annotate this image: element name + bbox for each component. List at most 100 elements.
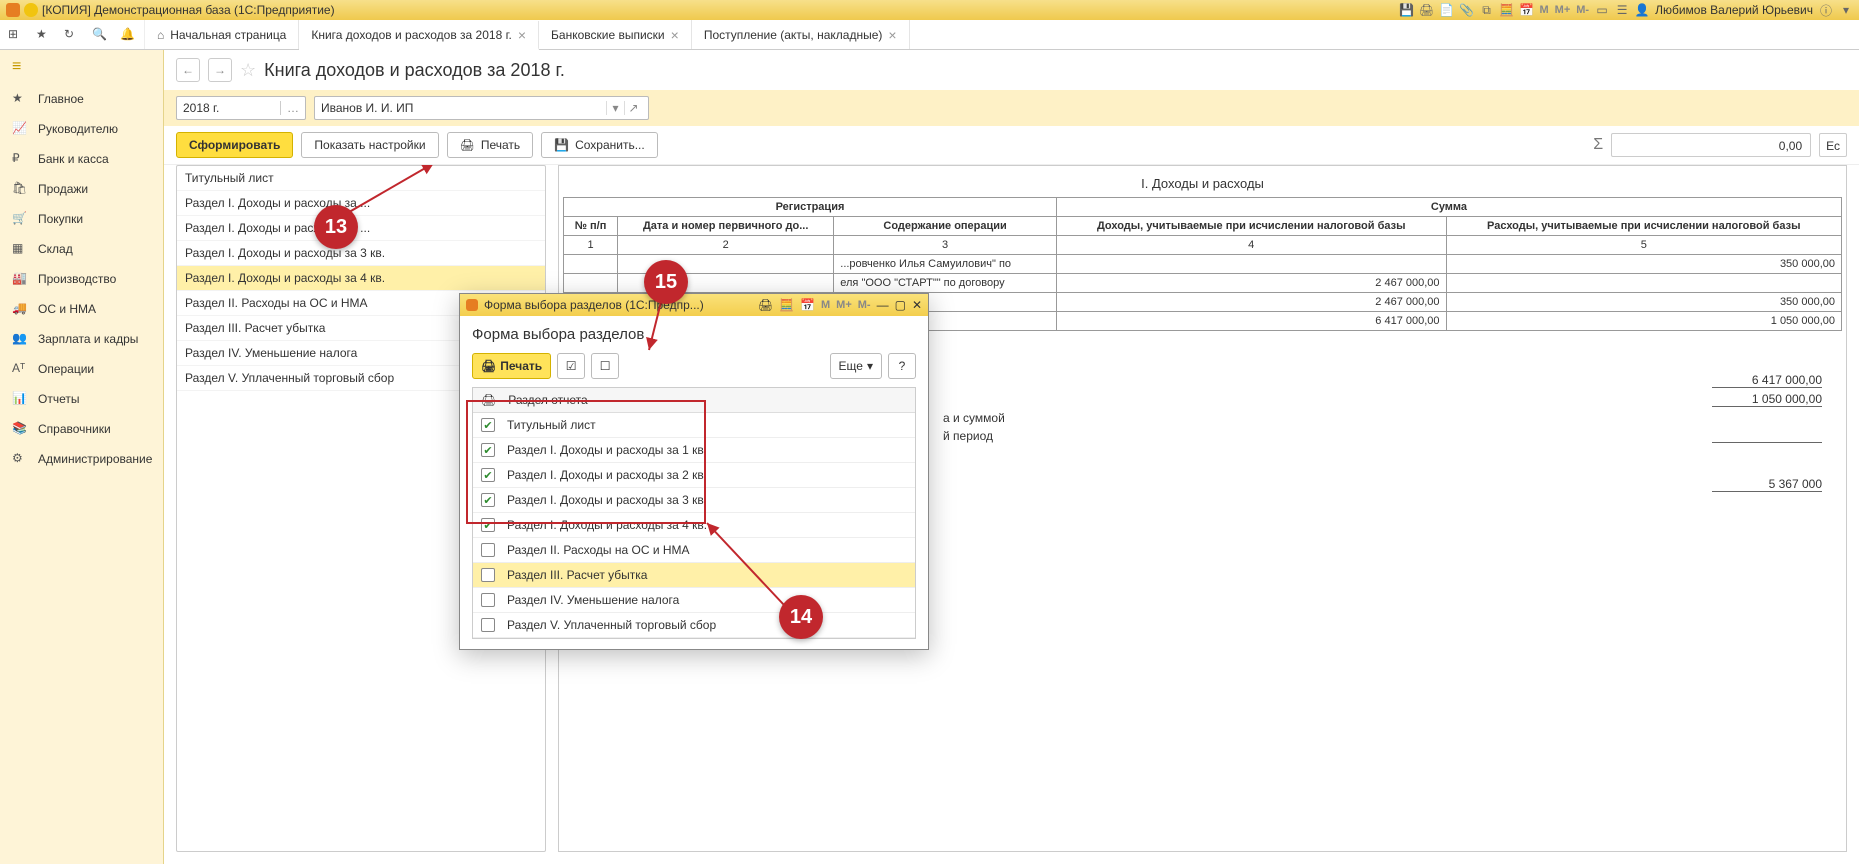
save-icon[interactable]: 💾 — [1400, 3, 1414, 17]
list-icon[interactable]: ☰ — [1615, 3, 1629, 17]
dialog-max-icon[interactable]: ▢ — [895, 298, 906, 312]
people-icon: 👥 — [12, 331, 28, 347]
dropdown-icon[interactable]: ▾ — [1839, 3, 1853, 17]
calendar-icon[interactable]: 📅 — [1520, 3, 1534, 17]
show-settings-button[interactable]: Показать настройки — [301, 132, 438, 158]
back-button[interactable]: ← — [176, 58, 200, 82]
tab-label: Банковские выписки — [551, 28, 665, 42]
dialog-section-row[interactable]: Раздел I. Доходы и расходы за 3 кв. — [473, 488, 915, 513]
organization-field[interactable]: ▾ ↗ — [314, 96, 649, 120]
period-field[interactable]: 2018 г. … — [176, 96, 306, 120]
checkbox[interactable] — [481, 593, 495, 607]
dialog-min-icon[interactable]: — — [877, 298, 889, 312]
dialog-m-minus[interactable]: M- — [858, 299, 871, 311]
sidebar-item[interactable]: 📊Отчеты — [0, 384, 163, 414]
org-open-icon[interactable]: ↗ — [624, 101, 642, 115]
checkbox[interactable] — [481, 543, 495, 557]
org-dropdown-icon[interactable]: ▾ — [606, 101, 624, 115]
gear-icon: ⚙ — [12, 451, 28, 467]
checkbox[interactable] — [481, 618, 495, 632]
m-button[interactable]: M — [1540, 4, 1549, 16]
th-npp: № п/п — [564, 217, 618, 236]
dialog-section-row[interactable]: Раздел IV. Уменьшение налога — [473, 588, 915, 613]
window-icon[interactable]: ▭ — [1595, 3, 1609, 17]
dialog-uncheck-all-button[interactable]: ☐ — [591, 353, 619, 379]
dialog-close-icon[interactable]: ✕ — [912, 298, 922, 312]
sidebar-item[interactable]: 🛍Продажи — [0, 174, 163, 204]
save-button[interactable]: 💾Сохранить... — [541, 132, 658, 158]
dialog-print-icon[interactable]: 🖨 — [758, 298, 773, 312]
tab-close-icon[interactable]: × — [888, 27, 896, 43]
history-icon[interactable]: ↻ — [64, 27, 80, 43]
dialog-section-row[interactable]: Раздел V. Уплаченный торговый сбор — [473, 613, 915, 638]
app-dropdown-icon[interactable] — [24, 3, 38, 17]
sidebar-item[interactable]: ★Главное — [0, 84, 163, 114]
sidebar-item[interactable]: ⚙Администрирование — [0, 444, 163, 474]
dialog-section-row[interactable]: Раздел II. Расходы на ОС и НМА — [473, 538, 915, 563]
tab[interactable]: ⌂Начальная страница — [145, 20, 299, 49]
checkbox[interactable] — [481, 518, 495, 532]
sidebar-item[interactable]: 📚Справочники — [0, 414, 163, 444]
dialog-check-all-button[interactable]: ☑ — [557, 353, 585, 379]
tab-close-icon[interactable]: × — [518, 27, 526, 43]
dialog-m-plus[interactable]: M+ — [836, 299, 852, 311]
navlist-row[interactable]: Раздел I. Доходы и расходы за ... — [177, 191, 545, 216]
m-plus-button[interactable]: M+ — [1555, 4, 1571, 16]
organization-input[interactable] — [321, 101, 606, 115]
tab[interactable]: Поступление (акты, накладные)× — [692, 20, 910, 49]
eu-button[interactable]: Ес — [1819, 133, 1847, 157]
apps-icon[interactable]: ⊞ — [8, 27, 24, 43]
favorite-icon[interactable]: ★ — [36, 27, 52, 43]
sidebar-collapse-icon[interactable]: ≡ — [0, 50, 163, 84]
th-date: Дата и номер первичного до... — [618, 217, 834, 236]
navlist-row[interactable]: Раздел I. Доходы и расходы за ... — [177, 216, 545, 241]
print-button[interactable]: 🖨Печать — [447, 132, 534, 158]
checkbox[interactable] — [481, 493, 495, 507]
bell-icon[interactable]: 🔔 — [120, 27, 136, 43]
sidebar-item[interactable]: 🛒Покупки — [0, 204, 163, 234]
dialog-cal-icon[interactable]: 📅 — [800, 298, 815, 312]
forward-button[interactable]: → — [208, 58, 232, 82]
dialog-section-row[interactable]: Раздел I. Доходы и расходы за 4 кв. — [473, 513, 915, 538]
tab-close-icon[interactable]: × — [671, 27, 679, 43]
print-icon[interactable]: 🖨 — [1420, 3, 1434, 17]
sidebar-item[interactable]: 🏭Производство — [0, 264, 163, 294]
m-minus-button[interactable]: M- — [1576, 4, 1589, 16]
sidebar-item[interactable]: ₽Банк и касса — [0, 144, 163, 174]
period-picker-icon[interactable]: … — [280, 101, 299, 115]
dialog-section-row[interactable]: Раздел I. Доходы и расходы за 1 кв. — [473, 438, 915, 463]
doc-icon[interactable]: 📄 — [1440, 3, 1454, 17]
dialog-section-row[interactable]: Раздел III. Расчет убытка — [473, 563, 915, 588]
sidebar-item[interactable]: 🚚ОС и НМА — [0, 294, 163, 324]
navlist-row[interactable]: Раздел I. Доходы и расходы за 3 кв. — [177, 241, 545, 266]
compare-icon[interactable]: ⧉ — [1480, 3, 1494, 17]
tab[interactable]: Банковские выписки × — [539, 20, 692, 49]
report-row: ...ровченко Илья Самуилович" по350 000,0… — [564, 255, 1842, 274]
dialog-print-button[interactable]: 🖨Печать — [472, 353, 551, 379]
search-icon[interactable]: 🔍 — [92, 27, 108, 43]
favorite-toggle-icon[interactable]: ☆ — [240, 60, 256, 81]
checkbox[interactable] — [481, 418, 495, 432]
calc-icon[interactable]: 🧮 — [1500, 3, 1514, 17]
dialog-m[interactable]: M — [821, 299, 830, 311]
dialog-help-button[interactable]: ? — [888, 353, 916, 379]
sidebar-item[interactable]: 👥Зарплата и кадры — [0, 324, 163, 354]
window-titlebar: [КОПИЯ] Демонстрационная база (1С:Предпр… — [0, 0, 1859, 20]
dialog-calc-icon[interactable]: 🧮 — [779, 298, 794, 312]
clip-icon[interactable]: 📎 — [1460, 3, 1474, 17]
navlist-row[interactable]: Титульный лист — [177, 166, 545, 191]
dialog-section-row[interactable]: Раздел I. Доходы и расходы за 2 кв. — [473, 463, 915, 488]
dialog-titlebar[interactable]: Форма выбора разделов (1С:Предпр...) 🖨 🧮… — [460, 294, 928, 316]
sidebar-item[interactable]: ▦Склад — [0, 234, 163, 264]
checkbox[interactable] — [481, 568, 495, 582]
dialog-section-row[interactable]: Титульный лист — [473, 413, 915, 438]
sidebar-item[interactable]: AᵀОперации — [0, 354, 163, 384]
checkbox[interactable] — [481, 443, 495, 457]
checkbox[interactable] — [481, 468, 495, 482]
tab[interactable]: Книга доходов и расходов за 2018 г.× — [299, 21, 539, 50]
form-button[interactable]: Сформировать — [176, 132, 293, 158]
sidebar-item[interactable]: 📈Руководителю — [0, 114, 163, 144]
navlist-row[interactable]: Раздел I. Доходы и расходы за 4 кв. — [177, 266, 545, 291]
dialog-more-button[interactable]: Еще ▾ — [830, 353, 882, 379]
info-icon[interactable]: ⓘ — [1819, 3, 1833, 17]
